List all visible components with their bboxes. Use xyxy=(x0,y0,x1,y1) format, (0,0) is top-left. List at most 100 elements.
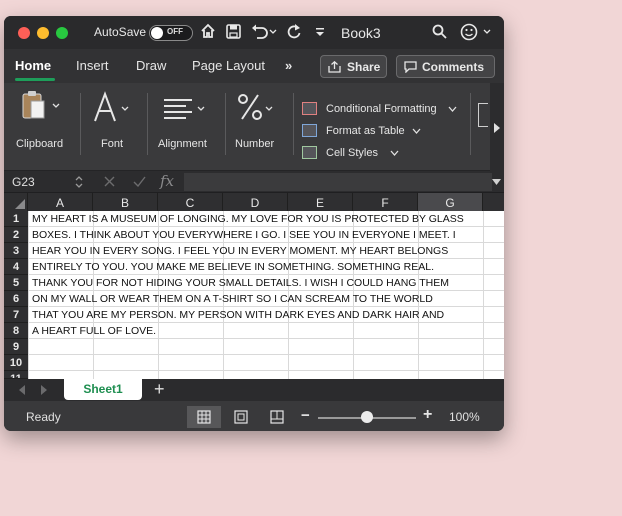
home-icon[interactable] xyxy=(200,23,216,39)
cell-a3[interactable]: HEAR YOU IN EVERY SONG. I FEEL YOU IN EV… xyxy=(32,243,448,259)
column-header-overflow xyxy=(483,193,504,211)
tab-insert[interactable]: Insert xyxy=(76,58,109,73)
search-icon[interactable] xyxy=(432,24,447,39)
cell-styles-icon xyxy=(302,146,317,159)
page-break-view-button[interactable] xyxy=(260,406,294,428)
format-as-table-button[interactable]: Format as Table xyxy=(302,124,432,140)
number-format-button[interactable] xyxy=(236,91,286,125)
insert-function-icon[interactable]: fx xyxy=(160,172,174,190)
more-tabs-chevron[interactable]: » xyxy=(285,58,292,73)
page-break-icon xyxy=(270,410,284,424)
ribbon-scroll-right[interactable] xyxy=(490,83,504,171)
ribbon-divider xyxy=(470,93,471,155)
undo-icon[interactable] xyxy=(250,23,278,39)
number-label: Number xyxy=(235,138,275,150)
column-header-f[interactable]: F xyxy=(353,193,418,211)
row-header-4[interactable]: 4 xyxy=(4,259,28,275)
autosave-toggle-knob xyxy=(151,27,163,39)
chevron-right-icon xyxy=(494,123,500,133)
normal-view-button[interactable] xyxy=(187,406,221,428)
name-box-stepper-icon[interactable] xyxy=(74,175,84,189)
row-header-7[interactable]: 7 xyxy=(4,307,28,323)
clipboard-label: Clipboard xyxy=(16,138,64,150)
status-bar: Ready − + 100% xyxy=(4,401,504,431)
cell-a1[interactable]: MY HEART IS A MUSEUM OF LONGING. MY LOVE… xyxy=(32,211,464,227)
comments-button[interactable]: Comments xyxy=(396,55,495,78)
column-header-g[interactable]: G xyxy=(418,193,483,211)
cell-styles-label: Cell Styles xyxy=(326,147,378,159)
zoom-slider-knob[interactable] xyxy=(361,411,373,423)
cell-a4[interactable]: ENTIRELY TO YOU. YOU MAKE ME BELIEVE IN … xyxy=(32,259,434,275)
formula-bar: G23 fx xyxy=(4,171,504,193)
tab-page-layout[interactable]: Page Layout xyxy=(192,58,265,73)
row-header-5[interactable]: 5 xyxy=(4,275,28,291)
row-header-8[interactable]: 8 xyxy=(4,323,28,339)
row-header-6[interactable]: 6 xyxy=(4,291,28,307)
cell-a7[interactable]: THAT YOU ARE MY PERSON. MY PERSON WITH D… xyxy=(32,307,444,323)
conditional-formatting-icon xyxy=(302,102,317,115)
grid-view-icon xyxy=(197,410,211,424)
row-header-2[interactable]: 2 xyxy=(4,227,28,243)
next-sheet-icon[interactable] xyxy=(40,385,48,395)
column-header-c[interactable]: C xyxy=(158,193,223,211)
column-header-d[interactable]: D xyxy=(223,193,288,211)
row-header-1[interactable]: 1 xyxy=(4,211,28,227)
close-window-button[interactable] xyxy=(18,27,30,39)
tab-draw[interactable]: Draw xyxy=(136,58,166,73)
ribbon-divider xyxy=(293,93,294,155)
cancel-entry-icon[interactable] xyxy=(104,176,115,187)
comments-label: Comments xyxy=(422,60,485,74)
sheet-tab-sheet1[interactable]: Sheet1 xyxy=(64,379,142,400)
customize-toolbar-icon[interactable] xyxy=(314,25,326,39)
add-sheet-button[interactable]: + xyxy=(154,379,165,400)
cell-a8[interactable]: A HEART FULL OF LOVE. xyxy=(32,323,156,339)
redo-icon[interactable] xyxy=(286,23,302,39)
confirm-entry-icon[interactable] xyxy=(133,176,146,187)
ribbon-home: Clipboard Font Alignment Number Conditio… xyxy=(4,83,504,171)
save-icon[interactable] xyxy=(226,24,241,39)
expand-formula-bar-icon[interactable] xyxy=(492,179,501,186)
clipboard-icon xyxy=(22,91,60,119)
format-as-table-label: Format as Table xyxy=(326,125,405,137)
minimize-window-button[interactable] xyxy=(37,27,49,39)
previous-sheet-icon[interactable] xyxy=(18,385,26,395)
column-header-b[interactable]: B xyxy=(93,193,158,211)
autosave-toggle[interactable]: OFF xyxy=(149,25,193,41)
cell-a2[interactable]: BOXES. I THINK ABOUT YOU EVERYWHERE I GO… xyxy=(32,227,456,243)
column-header-a[interactable]: A xyxy=(28,193,93,211)
zoom-out-button[interactable]: − xyxy=(301,407,310,424)
status-text: Ready xyxy=(26,410,61,424)
conditional-formatting-button[interactable]: Conditional Formatting xyxy=(302,102,462,118)
cell-a6[interactable]: ON MY WALL OR WEAR THEM ON A T-SHIRT SO … xyxy=(32,291,433,307)
font-a-icon xyxy=(94,91,129,122)
formula-input[interactable] xyxy=(184,173,492,191)
name-box[interactable]: G23 xyxy=(12,175,35,189)
share-label: Share xyxy=(347,60,381,74)
cells-group-icon[interactable] xyxy=(478,103,488,127)
font-button[interactable] xyxy=(92,91,138,125)
chevron-down-icon xyxy=(448,106,457,112)
cell-a5[interactable]: THANK YOU FOR NOT HIDING YOUR SMALL DETA… xyxy=(32,275,449,291)
feedback-smiley-icon[interactable] xyxy=(460,23,494,41)
cell-styles-button[interactable]: Cell Styles xyxy=(302,146,402,162)
row-header-9[interactable]: 9 xyxy=(4,339,28,355)
zoom-window-button[interactable] xyxy=(56,27,68,39)
row-header-10[interactable]: 10 xyxy=(4,355,28,371)
share-button[interactable]: Share xyxy=(320,55,387,78)
column-header-e[interactable]: E xyxy=(288,193,353,211)
zoom-in-button[interactable]: + xyxy=(423,406,432,424)
document-title: Book3 xyxy=(341,25,381,41)
alignment-button[interactable] xyxy=(162,97,212,123)
autosave-state: OFF xyxy=(167,27,183,36)
zoom-level[interactable]: 100% xyxy=(449,410,480,424)
select-all-corner[interactable] xyxy=(4,193,28,211)
title-bar: AutoSave OFF Book3 xyxy=(4,16,504,49)
ribbon-divider xyxy=(225,93,226,155)
tab-home[interactable]: Home xyxy=(15,58,51,73)
clipboard-paste-button[interactable] xyxy=(20,89,66,125)
row-header-11[interactable]: 11 xyxy=(4,371,28,379)
autosave-label: AutoSave xyxy=(94,25,147,39)
row-header-3[interactable]: 3 xyxy=(4,243,28,259)
page-layout-view-button[interactable] xyxy=(224,406,258,428)
worksheet-grid: A B C D E F G 1 2 3 4 5 6 7 8 9 10 11 MY… xyxy=(4,193,504,387)
